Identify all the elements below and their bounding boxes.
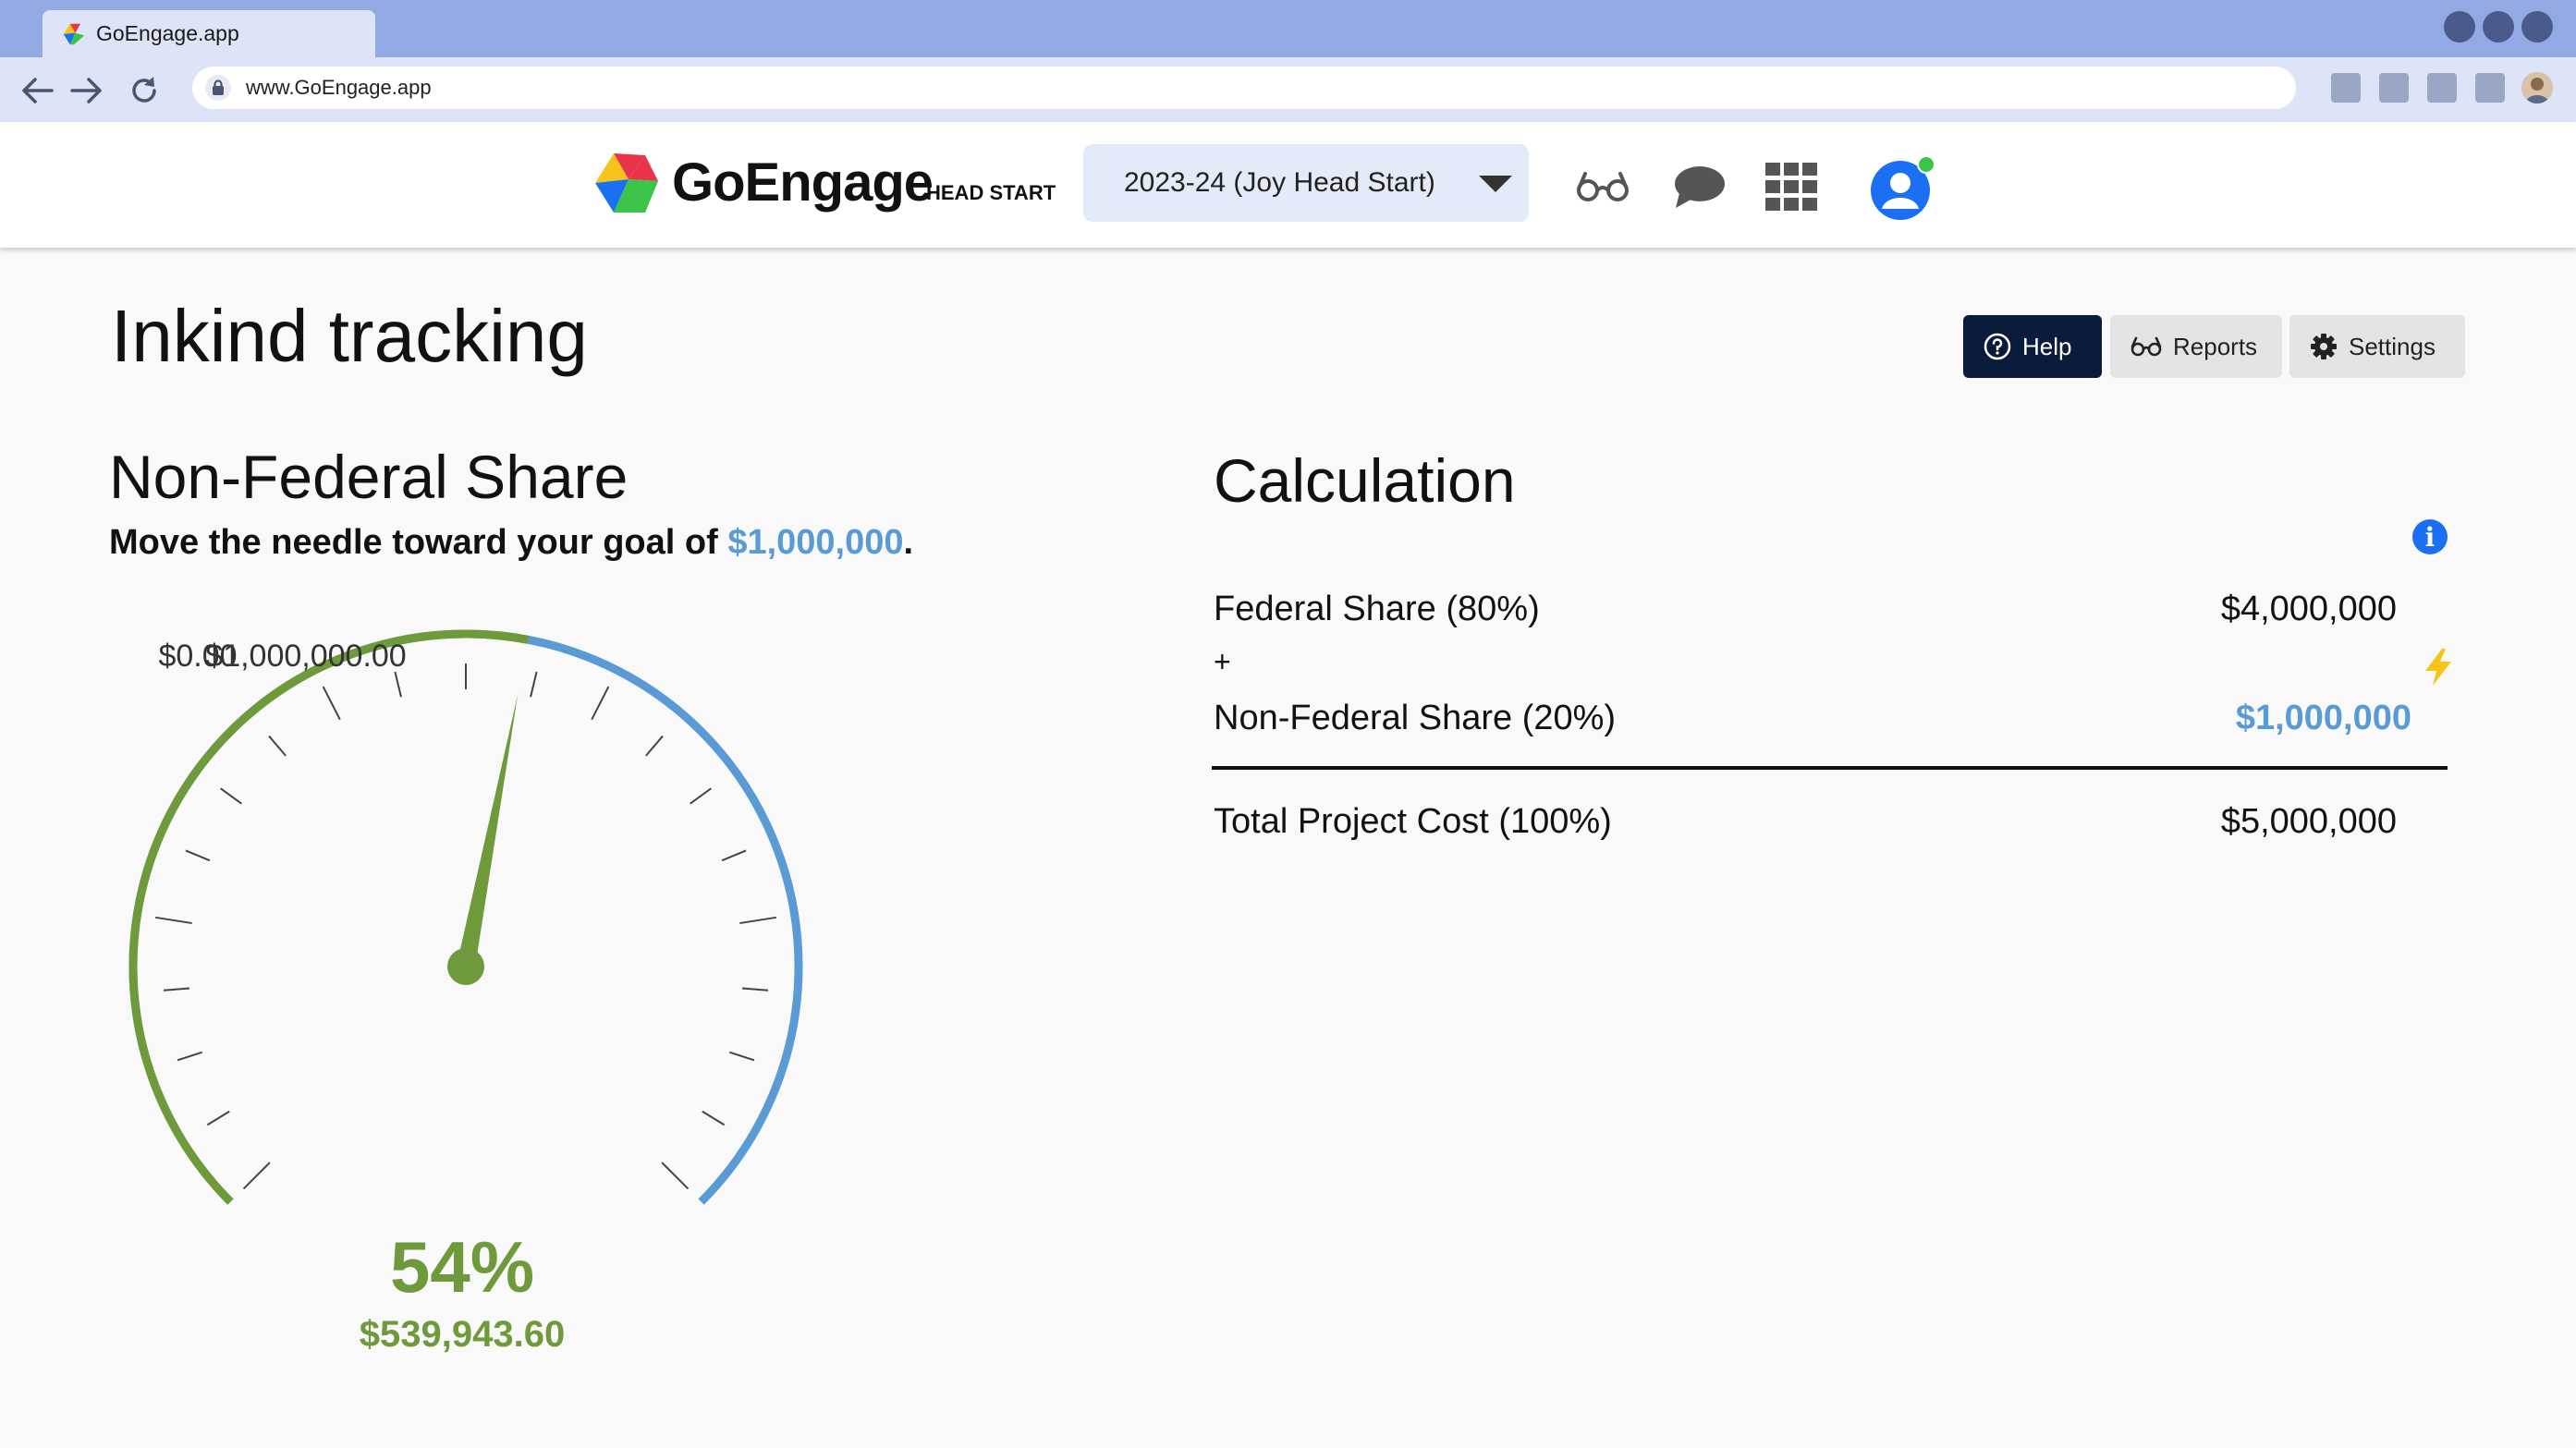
browser-profile-avatar[interactable] <box>2521 72 2553 103</box>
help-button[interactable]: Help <box>1963 315 2102 378</box>
glasses-icon <box>2130 336 2162 357</box>
page-title: Inkind tracking <box>111 295 588 377</box>
gauge-tick <box>721 849 747 862</box>
reload-button[interactable] <box>126 72 163 109</box>
chat-icon[interactable] <box>1671 159 1727 214</box>
gauge-tick <box>185 849 211 862</box>
settings-button[interactable]: Settings <box>2289 315 2465 378</box>
goal-statement: Move the needle toward your goal of $1,0… <box>109 523 913 563</box>
gauge-tick <box>322 686 341 721</box>
reports-button-label: Reports <box>2173 332 2258 360</box>
gauge-tick <box>739 916 776 925</box>
gauge-tick <box>242 1162 271 1190</box>
settings-button-label: Settings <box>2349 332 2436 360</box>
program-selector-value: 2023-24 (Joy Head Start) <box>1124 167 1435 198</box>
total-project-cost-row: Total Project Cost (100%) $5,000,000 <box>1214 802 2448 842</box>
gauge-tick <box>530 671 538 698</box>
non-federal-share-value: $1,000,000 <box>2235 699 2411 737</box>
browser-tab[interactable]: GoEngage.app <box>43 10 375 57</box>
total-project-cost-label: Total Project Cost (100%) <box>1214 802 1612 841</box>
calculation-title: Calculation <box>1214 446 1516 515</box>
extension-icon-4[interactable] <box>2475 73 2505 103</box>
gauge-needle-hub <box>447 948 484 985</box>
extension-icon-2[interactable] <box>2379 73 2409 103</box>
gauge-tick <box>645 735 664 757</box>
arrow-left-icon <box>22 78 54 103</box>
total-project-cost-value: $5,000,000 <box>2220 802 2397 841</box>
back-button[interactable] <box>18 72 55 109</box>
gauge-tick <box>394 671 402 698</box>
gear-icon <box>2311 334 2337 359</box>
goal-suffix: . <box>903 523 914 562</box>
gauge-tick <box>690 787 712 805</box>
gauge-tick <box>741 987 769 992</box>
gauge-tick <box>155 916 192 925</box>
reports-button[interactable]: Reports <box>2110 315 2282 378</box>
plus-sign: + <box>1214 645 1231 678</box>
brand-subtitle: HEAD START <box>926 181 1056 204</box>
info-icon[interactable]: i <box>2412 519 2448 554</box>
gauge-tick <box>268 735 287 757</box>
non-federal-share-label: Non-Federal Share (20%) <box>1214 699 1617 737</box>
gauge-tick <box>702 1110 726 1126</box>
gauge-tick <box>163 987 190 992</box>
gauge-label: $1,000,000.00 <box>205 639 406 674</box>
url-text: www.GoEngage.app <box>246 76 432 99</box>
goal-amount: $1,000,000 <box>727 523 904 562</box>
chevron-down-icon <box>1479 176 1512 192</box>
reload-icon <box>132 77 156 103</box>
gauge-tick <box>591 686 610 721</box>
browser-tab-strip <box>0 0 2576 57</box>
lightning-icon[interactable] <box>2420 647 2457 687</box>
goengage-favicon-icon <box>63 23 85 44</box>
calculation-divider <box>1212 766 2448 770</box>
user-profile-icon[interactable] <box>1869 155 1935 222</box>
non-federal-share-title: Non-Federal Share <box>109 443 629 511</box>
window-control-3[interactable] <box>2521 11 2553 43</box>
lock-icon <box>205 75 231 101</box>
address-bar[interactable]: www.GoEngage.app <box>192 67 2296 109</box>
gauge-tick <box>177 1051 202 1062</box>
arrow-right-icon <box>70 78 102 103</box>
brand-name: GoEngage <box>672 152 934 213</box>
federal-share-row: Federal Share (80%) $4,000,000 <box>1214 590 2448 629</box>
gauge-remaining-arc <box>128 629 803 1205</box>
help-button-label: Help <box>2022 332 2072 360</box>
gauge-needle <box>457 694 519 968</box>
extension-icon-1[interactable] <box>2331 73 2361 103</box>
gauge-tick <box>661 1162 690 1190</box>
gauge-tick <box>220 787 242 805</box>
window-control-2[interactable] <box>2483 11 2514 43</box>
gauge-raised-amount: $539,943.60 <box>359 1314 566 1355</box>
federal-share-value: $4,000,000 <box>2220 590 2397 628</box>
glasses-icon[interactable] <box>1575 159 1630 214</box>
non-federal-share-row: Non-Federal Share (20%) $1,000,000 <box>1214 699 2448 738</box>
gauge-tick <box>729 1051 755 1062</box>
tab-title: GoEngage.app <box>96 21 239 45</box>
goengage-logo-icon <box>595 153 658 213</box>
federal-share-label: Federal Share (80%) <box>1214 590 1540 628</box>
question-circle-icon <box>1984 333 2011 360</box>
goal-prefix: Move the needle toward your goal of <box>109 523 728 562</box>
window-control-1[interactable] <box>2444 11 2475 43</box>
program-year-dropdown[interactable]: 2023-24 (Joy Head Start) <box>1083 144 1529 222</box>
apps-grid-icon[interactable] <box>1764 159 1819 214</box>
gauge-tick <box>206 1110 230 1126</box>
extension-icon-3[interactable] <box>2427 73 2457 103</box>
gauge-percent: 54% <box>389 1226 535 1308</box>
forward-button[interactable] <box>68 72 105 109</box>
